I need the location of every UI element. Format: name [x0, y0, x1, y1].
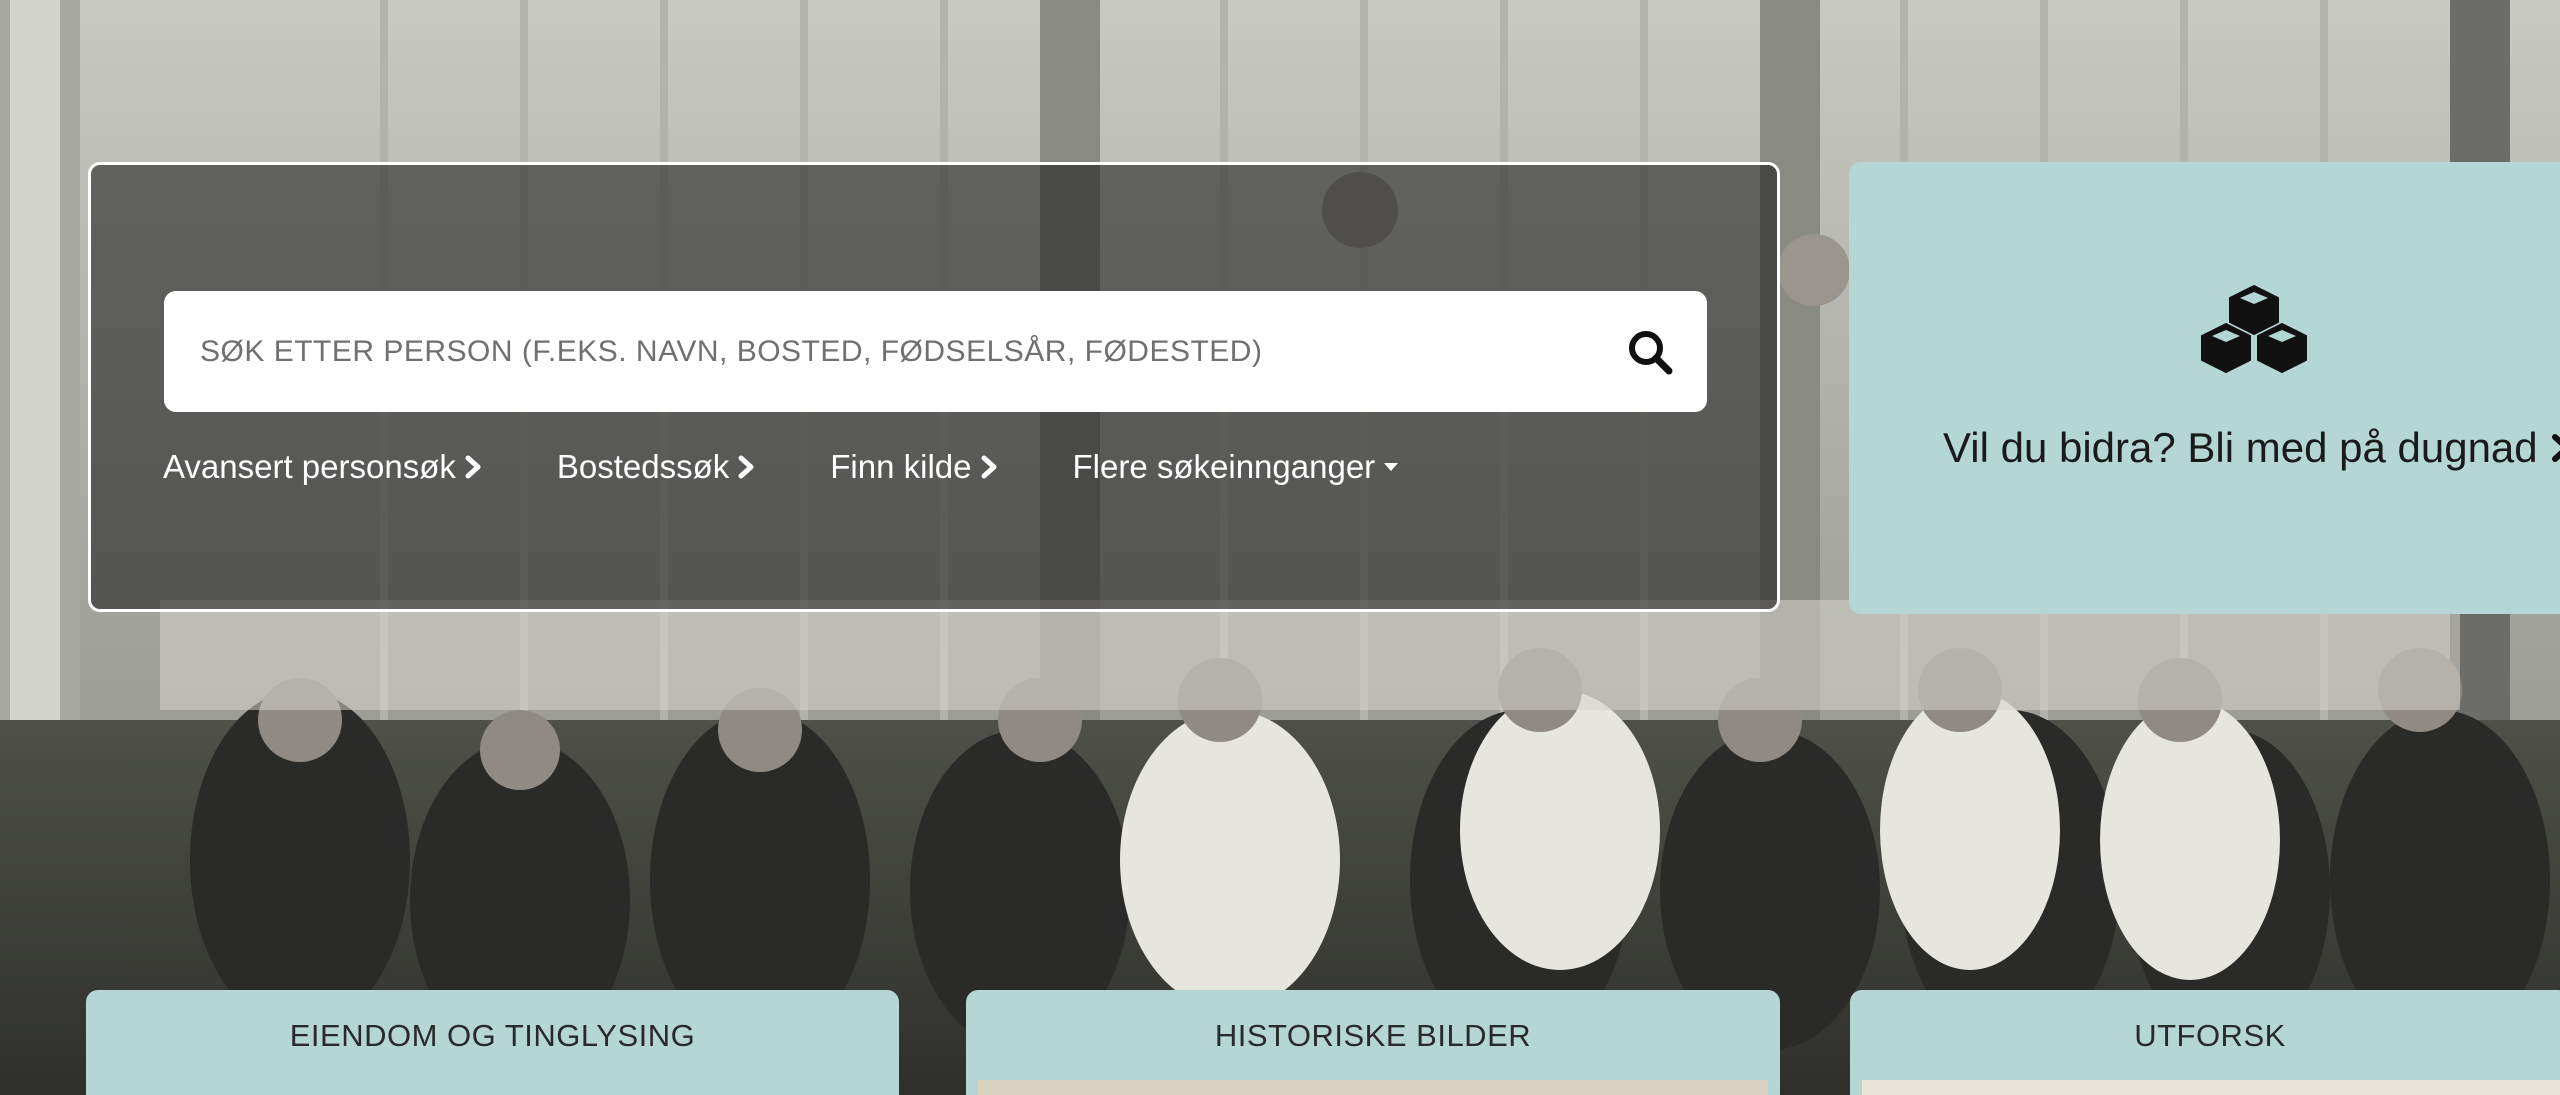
chevron-right-icon	[2550, 432, 2560, 464]
residence-search-link[interactable]: Bostedssøk	[557, 448, 755, 486]
search-button[interactable]	[1611, 313, 1689, 391]
chevron-right-icon	[980, 454, 998, 480]
volunteer-label: Vil du bidra? Bli med på dugnad	[1943, 424, 2538, 471]
chevron-right-icon	[464, 454, 482, 480]
cubes-icon	[2198, 284, 2310, 381]
tile-property-registration[interactable]: EIENDOM OG TINGLYSING	[86, 990, 899, 1095]
tile-image	[978, 1080, 1768, 1095]
tile-title: EIENDOM OG TINGLYSING	[289, 1018, 696, 1053]
link-label: Bostedssøk	[556, 448, 730, 485]
search-panel: Avansert personsøk Bostedssøk Finn kilde…	[88, 162, 1780, 612]
link-label: Flere søkeinnganger	[1072, 448, 1376, 485]
volunteer-card[interactable]: Vil du bidra? Bli med på dugnad	[1849, 162, 2560, 614]
tile-historical-pictures[interactable]: HISTORISKE BILDER	[966, 990, 1780, 1095]
search-links: Avansert personsøk Bostedssøk Finn kilde…	[163, 437, 1399, 497]
tile-title: UTFORSK	[2134, 1018, 2286, 1053]
volunteer-link[interactable]: Vil du bidra? Bli med på dugnad	[1943, 424, 2560, 472]
search-box	[164, 291, 1707, 412]
search-input[interactable]	[200, 291, 1580, 412]
caret-down-icon	[1383, 461, 1399, 473]
more-search-entries-dropdown[interactable]: Flere søkeinnganger	[1073, 448, 1400, 486]
advanced-person-search-link[interactable]: Avansert personsøk	[163, 448, 482, 486]
tile-explore[interactable]: UTFORSK	[1850, 990, 2560, 1095]
search-icon	[1629, 331, 1673, 375]
find-source-link[interactable]: Finn kilde	[830, 448, 997, 486]
tile-image	[86, 1080, 899, 1095]
link-label: Finn kilde	[830, 448, 972, 485]
chevron-right-icon	[737, 454, 755, 480]
link-label: Avansert personsøk	[163, 448, 456, 485]
tile-image	[1862, 1080, 2560, 1095]
tile-title: HISTORISKE BILDER	[1214, 1018, 1532, 1053]
